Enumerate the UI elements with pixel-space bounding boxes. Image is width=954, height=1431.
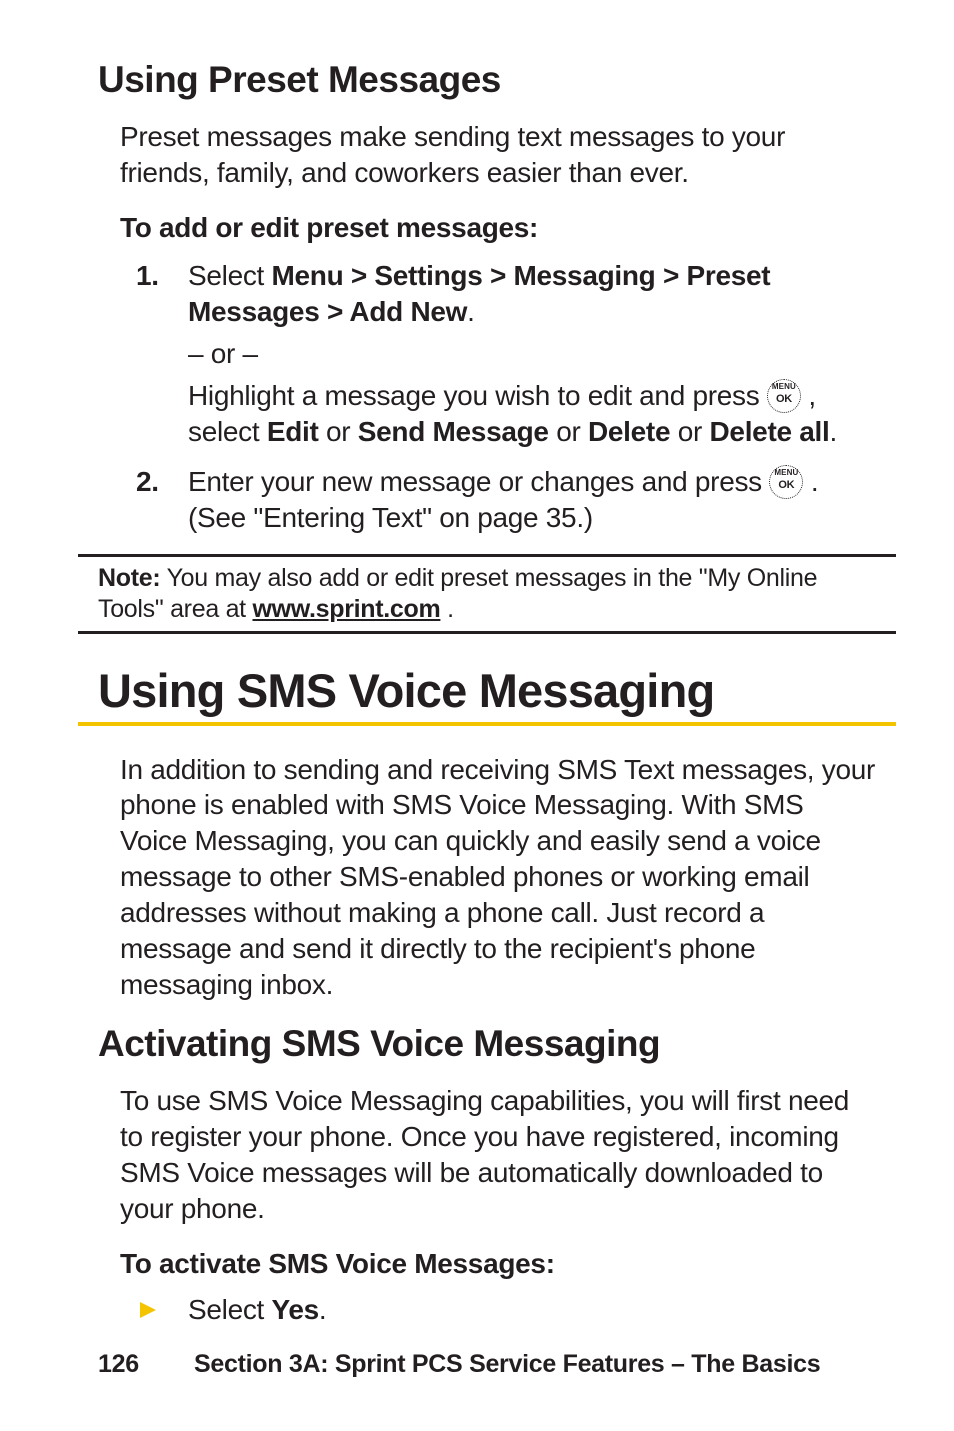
note-suffix: . [440, 595, 453, 623]
heading-activating: Activating SMS Voice Messaging [98, 1024, 876, 1065]
note-box: Note: You may also add or edit preset me… [78, 554, 896, 635]
step-1: 1. Select Menu > Settings > Messaging > … [136, 258, 876, 450]
footer-title: Section 3A: Sprint PCS Service Features … [194, 1350, 820, 1378]
heading-underline [78, 722, 896, 726]
step-number: 2. [136, 464, 159, 500]
activating-lead: To activate SMS Voice Messages: [120, 1248, 876, 1280]
note-label: Note: [98, 564, 160, 592]
note-link: www.sprint.com [252, 595, 440, 623]
sms-voice-intro: In addition to sending and receiving SMS… [120, 752, 876, 1003]
or-separator: – or – [188, 336, 876, 372]
menu-ok-icon: MENUOK [767, 379, 801, 413]
heading-sms-voice: Using SMS Voice Messaging [98, 666, 876, 721]
menu-ok-icon: MENUOK [769, 465, 803, 499]
page-number: 126 [98, 1350, 194, 1379]
heading-preset-messages: Using Preset Messages [98, 60, 876, 101]
preset-lead: To add or edit preset messages: [120, 212, 876, 244]
document-page: Using Preset Messages Preset messages ma… [0, 0, 954, 1431]
step-number: 1. [136, 258, 159, 294]
note-text: You may also add or edit preset messages… [98, 564, 817, 623]
step-1b-text: Highlight a message you wish to edit and… [188, 380, 837, 447]
step-text: Enter your new message or changes and pr… [188, 466, 818, 533]
page-footer: 126Section 3A: Sprint PCS Service Featur… [98, 1350, 876, 1379]
step-text: Select Menu > Settings > Messaging > Pre… [188, 260, 770, 327]
preset-intro: Preset messages make sending text messag… [120, 119, 876, 191]
activate-bullet-list: Select Yes. [136, 1294, 876, 1326]
activating-intro: To use SMS Voice Messaging capabilities,… [120, 1083, 876, 1226]
step-2: 2. Enter your new message or changes and… [136, 464, 876, 536]
triangle-bullet-icon [138, 1300, 158, 1320]
preset-steps-list: 1. Select Menu > Settings > Messaging > … [136, 258, 876, 535]
activate-bullet-item: Select Yes. [136, 1294, 876, 1326]
